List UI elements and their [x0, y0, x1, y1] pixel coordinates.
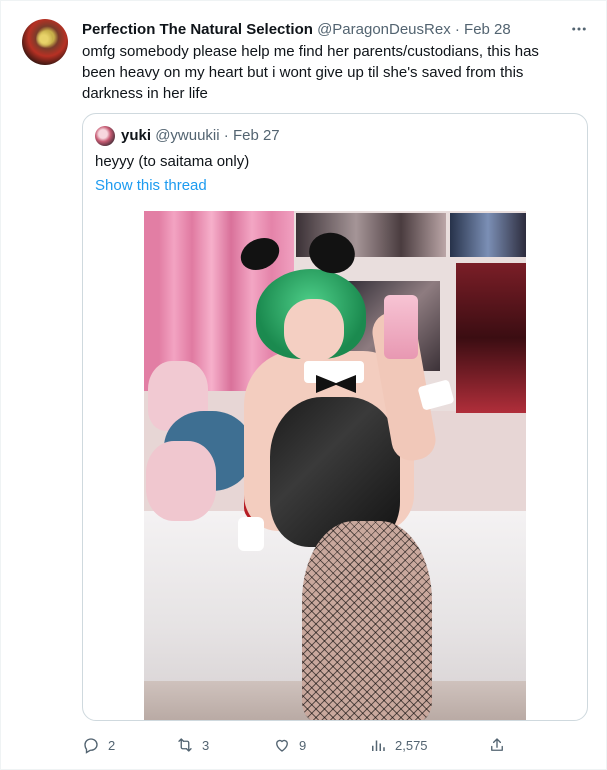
photo-poster — [456, 263, 526, 413]
separator: · — [454, 21, 460, 38]
retweet-icon — [178, 738, 192, 752]
like-button[interactable]: 9 — [273, 731, 306, 759]
show-thread-link[interactable]: Show this thread — [95, 176, 207, 196]
author-name[interactable]: Perfection The Natural Selection — [82, 21, 313, 38]
author-handle[interactable]: @ParagonDeusRex — [317, 21, 451, 38]
reply-button[interactable]: 2 — [82, 731, 115, 759]
photo-plush — [146, 441, 216, 521]
separator: · — [223, 127, 229, 144]
tweet-photo[interactable] — [144, 211, 526, 720]
tweet-text: omfg somebody please help me find her pa… — [82, 43, 539, 102]
quoted-tweet-date[interactable]: Feb 27 — [233, 127, 280, 144]
tweet-card: Perfection The Natural Selection @Parago… — [0, 0, 607, 770]
tweet-date[interactable]: Feb 28 — [464, 21, 511, 38]
photo-phone — [384, 295, 418, 359]
share-icon — [491, 738, 503, 751]
author-avatar[interactable] — [22, 19, 68, 65]
avatar-highlight — [36, 29, 52, 49]
more-horizontal-icon — [572, 27, 586, 31]
photo-poster — [450, 213, 526, 257]
photo-face — [284, 299, 344, 361]
quoted-tweet-text: heyyy (to saitama only) — [95, 153, 250, 170]
photo-glove — [238, 517, 264, 551]
retweet-count: 3 — [202, 737, 210, 753]
quoted-author-name[interactable]: yuki — [121, 127, 151, 144]
quoted-author-avatar[interactable] — [95, 126, 115, 146]
share-button[interactable] — [488, 731, 506, 759]
views-button[interactable]: 2,575 — [369, 731, 428, 759]
more-options-button[interactable] — [567, 17, 591, 41]
tweet-actions: 2 3 9 2,575 — [1, 731, 607, 759]
tweet-header: Perfection The Natural Selection @Parago… — [82, 20, 511, 40]
quoted-tweet-header: yuki @ywuukii · Feb 27 — [121, 126, 280, 146]
reply-icon — [84, 738, 98, 754]
quoted-author-handle[interactable]: @ywuukii — [155, 127, 219, 144]
views-icon — [372, 740, 385, 751]
photo-legs — [302, 521, 432, 720]
like-icon — [276, 739, 288, 752]
reply-count: 2 — [108, 737, 116, 753]
like-count: 9 — [299, 737, 307, 753]
views-count: 2,575 — [395, 737, 428, 753]
retweet-button[interactable]: 3 — [176, 731, 209, 759]
quoted-tweet[interactable]: yuki @ywuukii · Feb 27 heyyy (to saitama… — [82, 113, 588, 721]
